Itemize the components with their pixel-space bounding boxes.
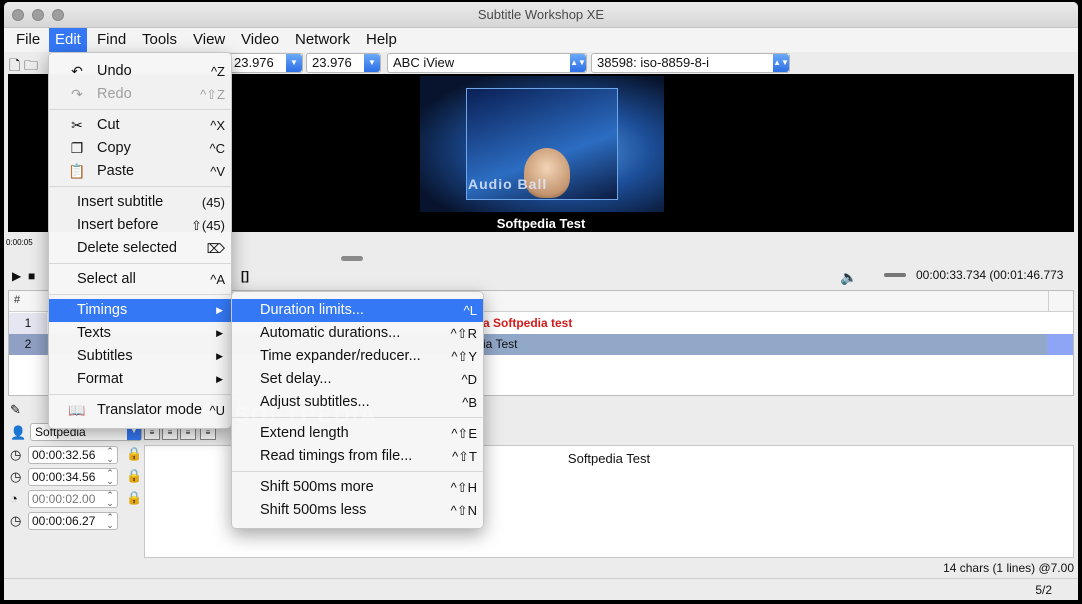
copy-icon: ❐: [70, 140, 84, 156]
volume-slider[interactable]: [884, 273, 906, 277]
menu-item-subtitles[interactable]: Subtitles ▶: [49, 345, 231, 368]
menu-item-paste[interactable]: 📋 Paste ^V: [49, 160, 231, 183]
player-time: 00:00:33.734 (00:01:46.773: [916, 268, 1064, 282]
menu-network[interactable]: Network: [289, 28, 356, 52]
hide-time-field[interactable]: 00:00:34.56 ⌃ ⌄: [28, 468, 118, 486]
menu-item-delete-selected[interactable]: Delete selected ⌦: [49, 237, 231, 260]
hide-time-icon: ◷: [10, 469, 22, 484]
chevron-down-icon: ▼: [364, 54, 380, 72]
lock-icon[interactable]: 🔒: [126, 446, 142, 462]
undo-icon: ↶: [71, 63, 83, 79]
char-info: 14 chars (1 lines) @7.00: [943, 561, 1074, 575]
video-position: 0:00:05: [6, 238, 33, 247]
chevron-down-icon: ▼: [286, 54, 302, 72]
menu-separator: [49, 263, 231, 264]
brackets-icon[interactable]: []: [241, 269, 249, 283]
menu-item-time-expander[interactable]: Time expander/reducer... ^⇧Y: [232, 345, 483, 368]
frame-caption: Audio Ball: [468, 176, 548, 192]
close-window-button[interactable]: [12, 9, 24, 21]
menu-separator: [49, 109, 231, 110]
pause-icon: ◷: [10, 513, 22, 528]
menu-item-set-delay[interactable]: Set delay... ^D: [232, 368, 483, 391]
fps-input-combo[interactable]: 23.976 ▼: [228, 53, 303, 73]
row-number: 2: [9, 334, 47, 355]
menu-edit[interactable]: Edit: [49, 28, 87, 52]
menu-item-read-timings[interactable]: Read timings from file... ^⇧T: [232, 445, 483, 468]
title-bar: Subtitle Workshop XE: [4, 2, 1078, 28]
menu-file[interactable]: File: [10, 28, 46, 52]
menu-item-redo[interactable]: ↷ Redo ^⇧Z: [49, 83, 231, 106]
column-header-num[interactable]: #: [14, 294, 20, 306]
time-stepper[interactable]: ⌃ ⌄: [106, 447, 114, 464]
menu-item-automatic-durations[interactable]: Automatic durations... ^⇧R: [232, 322, 483, 345]
splitter-handle[interactable]: [341, 256, 363, 261]
minimize-window-button[interactable]: [32, 9, 44, 21]
font-combo[interactable]: ABC iView ▲▼: [387, 53, 587, 73]
menu-video[interactable]: Video: [235, 28, 285, 52]
chevron-down-icon: ▲▼: [773, 54, 789, 72]
submenu-arrow-icon: ▶: [216, 351, 223, 361]
menu-item-format[interactable]: Format ▶: [49, 368, 231, 391]
menu-item-shift-less[interactable]: Shift 500ms less ^⇧N: [232, 499, 483, 522]
menu-separator: [49, 394, 231, 395]
menu-item-duration-limits[interactable]: Duration limits... ^L: [232, 299, 483, 322]
play-icon[interactable]: ▶: [12, 269, 21, 283]
zoom-window-button[interactable]: [52, 9, 64, 21]
submenu-arrow-icon: ▶: [216, 305, 223, 315]
clipboard-icon: 📋: [68, 163, 86, 179]
redo-icon: ↷: [71, 86, 83, 102]
edit-menu: ↶ Undo ^Z ↷ Redo ^⇧Z ✂ Cut ^X ❐ Copy ^C …: [48, 52, 232, 429]
actor-icon: 👤: [10, 425, 27, 440]
show-time-field[interactable]: 00:00:32.56 ⌃ ⌄: [28, 446, 118, 464]
video-frame: Audio Ball: [420, 76, 664, 212]
window-title: Subtitle Workshop XE: [477, 7, 605, 22]
pause-field[interactable]: 00:00:06.27 ⌃ ⌄: [28, 512, 118, 530]
duration-icon: ◔: [10, 491, 18, 506]
submenu-arrow-icon: ▶: [216, 328, 223, 338]
menu-item-shift-more[interactable]: Shift 500ms more ^⇧H: [232, 476, 483, 499]
time-stepper[interactable]: ⌃ ⌄: [106, 513, 114, 530]
row-text: ia Test: [483, 337, 518, 351]
menu-item-timings[interactable]: Timings ▶: [49, 299, 231, 322]
app-window: Subtitle Workshop XE File Edit Find Tool…: [4, 2, 1078, 600]
menu-item-copy[interactable]: ❐ Copy ^C: [49, 137, 231, 160]
row-end-cell: [1047, 334, 1073, 355]
row-number: 1: [9, 313, 47, 334]
menu-item-insert-before[interactable]: Insert before ⇧(45): [49, 214, 231, 237]
submenu-arrow-icon: ▶: [216, 374, 223, 384]
column-divider: [1048, 291, 1049, 312]
duration-field[interactable]: 00:00:02.00 ⌃ ⌄: [28, 490, 118, 508]
menu-separator: [232, 471, 483, 472]
pencil-icon[interactable]: ✎: [10, 402, 21, 418]
time-stepper[interactable]: ⌃ ⌄: [106, 491, 114, 508]
show-time-icon: ◷: [10, 447, 22, 462]
menu-view[interactable]: View: [187, 28, 231, 52]
menu-item-translator-mode[interactable]: 📖 Translator mode ^U: [49, 399, 231, 422]
menu-item-undo[interactable]: ↶ Undo ^Z: [49, 60, 231, 83]
menu-find[interactable]: Find: [91, 28, 132, 52]
scissors-icon: ✂: [71, 117, 83, 133]
menu-tools[interactable]: Tools: [136, 28, 183, 52]
menu-help[interactable]: Help: [360, 28, 403, 52]
stop-icon[interactable]: ■: [28, 269, 35, 283]
lock-icon[interactable]: 🔒: [126, 490, 142, 506]
menu-item-texts[interactable]: Texts ▶: [49, 322, 231, 345]
row-text: a Softpedia test: [483, 316, 573, 330]
page-indicator: 5/2: [1035, 583, 1052, 597]
fps-output-combo[interactable]: 23.976 ▼: [306, 53, 381, 73]
chevron-down-icon: ▲▼: [570, 54, 586, 72]
lock-icon[interactable]: 🔒: [126, 468, 142, 484]
time-stepper[interactable]: ⌃ ⌄: [106, 469, 114, 486]
menu-item-cut[interactable]: ✂ Cut ^X: [49, 114, 231, 137]
status-bar: 5/2: [4, 578, 1078, 600]
menu-item-insert-subtitle[interactable]: Insert subtitle (45): [49, 191, 231, 214]
menu-item-select-all[interactable]: Select all ^A: [49, 268, 231, 291]
menu-separator: [49, 294, 231, 295]
menu-separator: [49, 186, 231, 187]
watermark: SOFTPEDIA: [234, 402, 378, 427]
encoding-combo[interactable]: 38598: iso-8859-8-i ▲▼: [591, 53, 790, 73]
volume-icon[interactable]: 🔈: [840, 269, 857, 286]
menu-bar: File Edit Find Tools View Video Network …: [4, 28, 1078, 52]
book-icon: 📖: [68, 402, 86, 418]
